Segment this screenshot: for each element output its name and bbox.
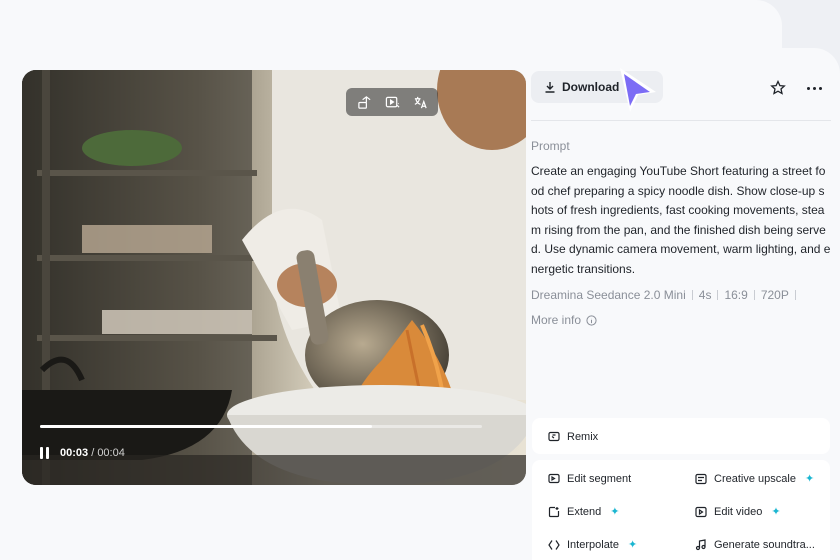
extend-icon: [547, 505, 560, 518]
interpolate-button[interactable]: Interpolate ✦: [547, 538, 637, 551]
total-duration: 00:04: [97, 447, 125, 459]
playback-controls: 00:03 / 00:04: [40, 447, 125, 459]
upscale-icon: [694, 472, 707, 485]
divider: [531, 120, 831, 121]
creative-upscale-label: Creative upscale: [714, 472, 796, 485]
progress-fill: [40, 425, 372, 428]
prompt-label: Prompt: [531, 139, 570, 153]
generate-soundtrack-button[interactable]: Generate soundtra...: [694, 538, 815, 551]
edit-segment-button[interactable]: Edit segment: [547, 472, 631, 485]
edit-video-icon: [694, 505, 707, 518]
clip-duration: 4s: [698, 288, 712, 302]
remix-icon: [547, 430, 560, 443]
video-toolbar: [346, 88, 438, 116]
current-time: 00:03: [60, 447, 89, 459]
interpolate-icon: [547, 538, 560, 551]
generate-soundtrack-label: Generate soundtra...: [714, 538, 815, 551]
aspect-ratio: 16:9: [724, 288, 748, 302]
time-separator: /: [88, 447, 98, 459]
remix-label: Remix: [567, 430, 599, 443]
time-readout: 00:03 / 00:04: [60, 447, 125, 459]
resolution: 720P: [760, 288, 789, 302]
more-options-button[interactable]: [802, 76, 826, 100]
edit-segment-icon: [547, 472, 560, 485]
sparkle-icon: ✦: [610, 506, 620, 518]
star-icon: [770, 80, 786, 95]
edit-segment-label: Edit segment: [567, 472, 632, 485]
pointer-cursor-icon: [620, 68, 656, 112]
prompt-text: Create an engaging YouTube Short featuri…: [531, 164, 831, 276]
generation-meta: Dreamina Seedance 2.0 Mini 4s 16:9 720P: [531, 288, 802, 302]
pause-icon[interactable]: [40, 447, 52, 459]
extend-button[interactable]: Extend ✦: [547, 505, 619, 518]
edit-video-button[interactable]: Edit video ✦: [694, 505, 781, 518]
creative-upscale-button[interactable]: Creative upscale ✦: [694, 472, 814, 485]
video-player[interactable]: 00:03 / 00:04: [22, 70, 526, 485]
swap-icon[interactable]: [352, 91, 376, 113]
video-frame: [22, 70, 526, 485]
extend-label: Extend: [567, 505, 602, 518]
progress-bar[interactable]: [40, 425, 482, 428]
play-magic-icon[interactable]: [380, 91, 404, 113]
translate-icon[interactable]: [408, 91, 432, 113]
sparkle-icon: ✦: [627, 539, 638, 551]
model-name: Dreamina Seedance 2.0 Mini: [531, 288, 686, 302]
edit-video-label: Edit video: [714, 505, 763, 518]
interpolate-label: Interpolate: [567, 538, 619, 551]
favorite-button[interactable]: [766, 76, 790, 100]
info-icon: [586, 314, 597, 326]
more-info-label: More info: [531, 313, 582, 327]
sparkle-icon: ✦: [771, 506, 781, 518]
remix-button[interactable]: Remix: [547, 430, 598, 443]
sparkle-icon: ✦: [804, 473, 815, 485]
download-label: Download: [562, 80, 620, 94]
more-info-link[interactable]: More info: [531, 313, 597, 327]
music-note-icon: [694, 538, 707, 551]
download-icon: [545, 82, 555, 93]
